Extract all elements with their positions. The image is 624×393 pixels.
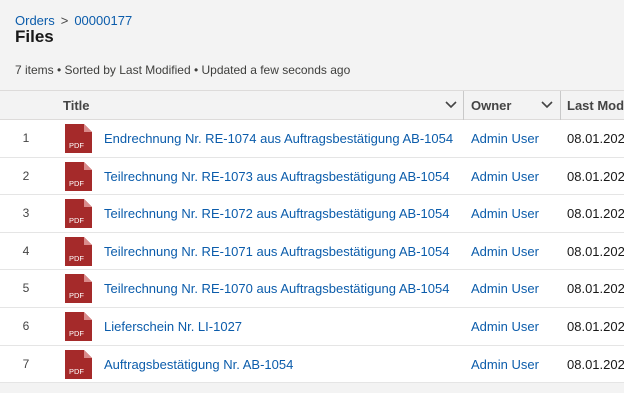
row-number: 6: [22, 318, 30, 333]
last-modified-date: 08.01.202: [567, 206, 624, 222]
table-row: 6 PDF Lieferschein Nr. LI-1027 Admin Use…: [0, 307, 624, 346]
files-table-body: 1 PDF Endrechnung Nr. RE-1074 aus Auftra…: [0, 120, 624, 384]
file-title-link[interactable]: Teilrechnung Nr. RE-1070 aus Auftragsbes…: [104, 270, 449, 307]
column-divider[interactable]: [463, 91, 464, 120]
owner-link[interactable]: Admin User: [471, 308, 539, 345]
file-title-link[interactable]: Lieferschein Nr. LI-1027: [104, 308, 242, 345]
row-number: 7: [22, 356, 30, 371]
breadcrumb-orders-link[interactable]: Orders: [15, 13, 55, 28]
chevron-down-icon[interactable]: [541, 100, 553, 110]
svg-text:PDF: PDF: [69, 254, 84, 263]
column-divider[interactable]: [560, 91, 561, 120]
breadcrumb: Orders >00000177: [15, 13, 132, 28]
list-info-text: 7 items • Sorted by Last Modified • Upda…: [15, 63, 351, 77]
last-modified-date: 08.01.202: [567, 131, 624, 146]
last-modified-date: 08.01.202: [567, 168, 624, 184]
row-number: 4: [22, 243, 30, 258]
pdf-icon[interactable]: PDF: [65, 274, 92, 304]
last-modified-date: 08.01.202: [567, 356, 624, 372]
svg-text:PDF: PDF: [69, 216, 84, 225]
svg-text:PDF: PDF: [69, 291, 84, 300]
owner-link[interactable]: Admin User: [471, 120, 539, 157]
file-title-link[interactable]: Teilrechnung Nr. RE-1072 aus Auftragsbes…: [104, 195, 449, 232]
last-modified-date: 08.01.202: [567, 243, 624, 259]
svg-text:PDF: PDF: [69, 179, 84, 188]
owner-link[interactable]: Admin User: [471, 158, 539, 195]
owner-link[interactable]: Admin User: [471, 270, 539, 307]
pdf-icon[interactable]: PDF: [65, 311, 92, 341]
svg-text:PDF: PDF: [69, 141, 84, 150]
file-title-link[interactable]: Endrechnung Nr. RE-1074 aus Auftragsbest…: [104, 120, 453, 157]
last-modified-date: 08.01.202: [567, 318, 624, 334]
table-row: 2 PDF Teilrechnung Nr. RE-1073 aus Auftr…: [0, 157, 624, 196]
file-title-link[interactable]: Teilrechnung Nr. RE-1073 aus Auftragsbes…: [104, 158, 449, 195]
column-header-title[interactable]: Title: [63, 91, 461, 120]
pdf-icon[interactable]: PDF: [65, 236, 92, 266]
chevron-down-icon[interactable]: [445, 100, 457, 110]
row-number: 2: [22, 168, 30, 183]
last-modified-date: 08.01.202: [567, 281, 624, 297]
owner-link[interactable]: Admin User: [471, 195, 539, 232]
page-header: Orders >00000177 Files 7 items • Sorted b…: [0, 0, 624, 90]
pdf-icon[interactable]: PDF: [65, 161, 92, 191]
column-header-last-modified[interactable]: Last Modi: [567, 91, 624, 120]
file-title-link[interactable]: Auftragsbestätigung Nr. AB-1054: [104, 346, 293, 383]
table-header: Title Owner Last Modi: [0, 90, 624, 120]
row-number: 5: [22, 281, 30, 296]
row-number: 1: [22, 131, 30, 145]
file-title-link[interactable]: Teilrechnung Nr. RE-1071 aus Auftragsbes…: [104, 233, 449, 270]
owner-link[interactable]: Admin User: [471, 233, 539, 270]
svg-text:PDF: PDF: [69, 367, 84, 376]
breadcrumb-separator: >: [60, 13, 69, 28]
pdf-icon[interactable]: PDF: [65, 124, 92, 153]
page-title: Files: [15, 27, 54, 46]
svg-text:PDF: PDF: [69, 329, 84, 338]
owner-link[interactable]: Admin User: [471, 346, 539, 383]
table-row: 7 PDF Auftragsbestätigung Nr. AB-1054 Ad…: [0, 345, 624, 384]
table-row: 1 PDF Endrechnung Nr. RE-1074 aus Auftra…: [0, 120, 624, 158]
table-row: 4 PDF Teilrechnung Nr. RE-1071 aus Auftr…: [0, 232, 624, 271]
pdf-icon[interactable]: PDF: [65, 199, 92, 229]
pdf-icon[interactable]: PDF: [65, 349, 92, 379]
breadcrumb-record-link[interactable]: 00000177: [74, 13, 132, 28]
row-number: 3: [22, 206, 30, 221]
table-row: 3 PDF Teilrechnung Nr. RE-1072 aus Auftr…: [0, 195, 624, 233]
table-row: 5 PDF Teilrechnung Nr. RE-1070 aus Auftr…: [0, 270, 624, 308]
